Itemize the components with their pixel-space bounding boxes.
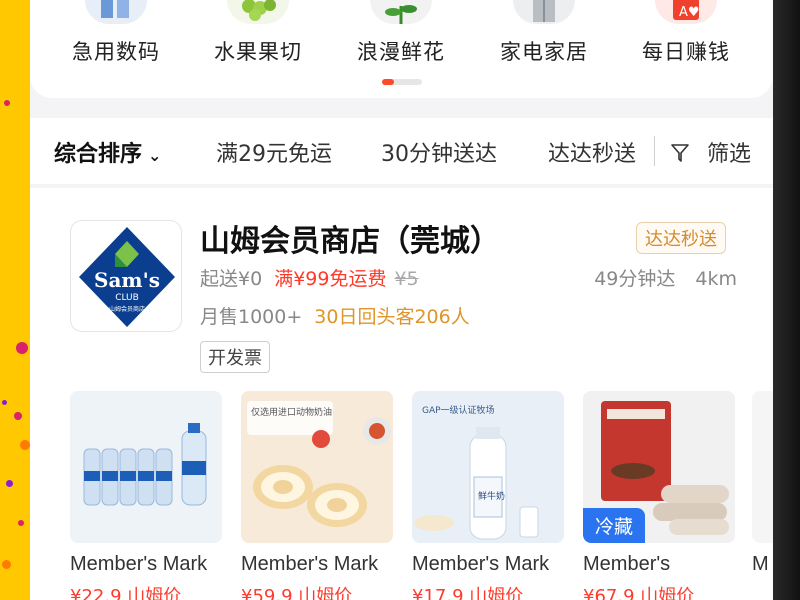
product-title: Member's Mark — [412, 553, 550, 575]
eta-info: 49分钟达 4km — [594, 264, 737, 291]
monthly-sales: 月售1000+ — [200, 306, 303, 328]
filter-divider — [654, 136, 655, 166]
category-fruit[interactable]: 水果果切 — [198, 0, 318, 66]
filter-dada[interactable]: 达达秒送 — [548, 136, 636, 168]
confetti-dot — [6, 480, 13, 487]
roll-image-caption: 仅选用进口动物奶油 — [251, 408, 333, 418]
milk-bottle-label: 鲜牛奶 — [478, 492, 506, 502]
product-card[interactable]: M — [752, 391, 773, 576]
sort-label: 综合排序 — [54, 142, 143, 167]
repeat-customers: 30日回头客206人 — [314, 306, 470, 328]
store-logo: Sam's CLUB 山姆会员商店 — [70, 220, 182, 332]
product-price: ¥67.9 山姆价 — [583, 586, 695, 600]
partial-product-image — [752, 391, 773, 543]
product-price: ¥17.9 山姆价 — [412, 586, 524, 600]
invoice-tag: 开发票 — [200, 341, 270, 373]
product-title: Member's Mark — [241, 553, 379, 575]
sausage-image: 冷藏 — [583, 391, 735, 543]
min-order: 起送¥0 — [200, 268, 263, 290]
logo-tagline: 山姆会员商店 — [109, 305, 145, 313]
water-bottles-image — [70, 391, 222, 543]
grape-icon — [227, 0, 289, 24]
store-card[interactable]: Sam's CLUB 山姆会员商店 山姆会员商店（莞城） 达达秒送 起送¥0 满¥… — [30, 188, 773, 600]
product-price: ¥59.9 山姆价 — [241, 586, 353, 600]
product-title: M — [752, 553, 769, 575]
category-digital[interactable]: 急用数码 — [56, 0, 176, 66]
store-name[interactable]: 山姆会员商店（莞城） — [200, 216, 500, 260]
funnel-icon — [671, 144, 689, 162]
product-title: Member's Mark — [70, 553, 208, 575]
logo-sub-text: CLUB — [115, 293, 139, 303]
carousel-pager — [382, 79, 422, 85]
confetti-dot — [20, 440, 30, 450]
product-price: ¥22.9 山姆价 — [70, 586, 182, 600]
side-banner-right — [773, 0, 800, 600]
flower-icon — [370, 0, 432, 24]
page: 急用数码 水果果切 浪漫鲜花 家电家居 A♥ 每日赚钱 综合排序 ⌄ 满29元免… — [30, 0, 773, 600]
dada-badge: 达达秒送 — [636, 222, 726, 254]
category-label: 浪漫鲜花 — [357, 40, 445, 64]
distance: 4km — [695, 268, 737, 290]
free-delivery-threshold: 满¥99免运费 — [274, 268, 387, 290]
digital-icon — [85, 0, 147, 24]
milk-bottle-image: GAP一级认证牧场 鲜牛奶 — [412, 391, 564, 543]
cards-icon: A♥ — [655, 0, 717, 24]
category-label: 每日赚钱 — [642, 40, 730, 64]
filter-button[interactable]: 筛选 — [670, 136, 751, 168]
category-label: 家电家居 — [500, 40, 588, 64]
category-card: 急用数码 水果果切 浪漫鲜花 家电家居 A♥ 每日赚钱 — [30, 0, 773, 98]
delivery-time: 49分钟达 — [594, 268, 676, 290]
confetti-dot — [18, 520, 24, 526]
confetti-dot — [14, 412, 22, 420]
delivery-info: 起送¥0 满¥99免运费 ¥5 — [200, 264, 419, 291]
filter-label: 筛选 — [707, 142, 752, 167]
pager-active-dot — [382, 79, 394, 85]
category-label: 急用数码 — [72, 40, 160, 64]
filter-bar: 综合排序 ⌄ 满29元免运 30分钟送达 达达秒送 筛选 — [30, 118, 773, 184]
sales-info: 月售1000+ 30日回头客206人 — [200, 302, 470, 329]
confetti-dot — [2, 560, 11, 569]
milk-image-caption: GAP一级认证牧场 — [422, 406, 495, 416]
confetti-dot — [16, 342, 28, 354]
category-label: 水果果切 — [214, 40, 302, 64]
svg-text:A♥: A♥ — [679, 5, 700, 20]
filter-fast-delivery[interactable]: 30分钟送达 — [381, 136, 497, 168]
sort-dropdown[interactable]: 综合排序 ⌄ — [54, 136, 161, 168]
category-appliances[interactable]: 家电家居 — [484, 0, 604, 66]
side-banner-left — [0, 0, 30, 600]
product-card[interactable]: 冷藏 Member's ¥67.9 山姆价 — [583, 391, 735, 600]
product-card[interactable]: 仅选用进口动物奶油 Member's Mark ¥59.9 山姆价 — [241, 391, 393, 600]
filter-free-shipping[interactable]: 满29元免运 — [216, 136, 332, 168]
product-card[interactable]: GAP一级认证牧场 鲜牛奶 Member's Mark ¥17.9 山姆价 — [412, 391, 564, 600]
original-delivery-fee: ¥5 — [394, 268, 419, 290]
category-flowers[interactable]: 浪漫鲜花 — [341, 0, 461, 66]
product-title: Member's — [583, 553, 671, 575]
product-card[interactable]: Member's Mark ¥22.9 山姆价 — [70, 391, 222, 600]
logo-brand-text: Sam's — [94, 268, 160, 292]
chevron-down-icon: ⌄ — [148, 145, 162, 165]
cold-chain-badge: 冷藏 — [583, 508, 646, 543]
category-earn[interactable]: A♥ 每日赚钱 — [626, 0, 746, 66]
swiss-roll-image: 仅选用进口动物奶油 — [241, 391, 393, 543]
confetti-dot — [4, 100, 10, 106]
fridge-icon — [513, 0, 575, 24]
confetti-dot — [2, 400, 7, 405]
